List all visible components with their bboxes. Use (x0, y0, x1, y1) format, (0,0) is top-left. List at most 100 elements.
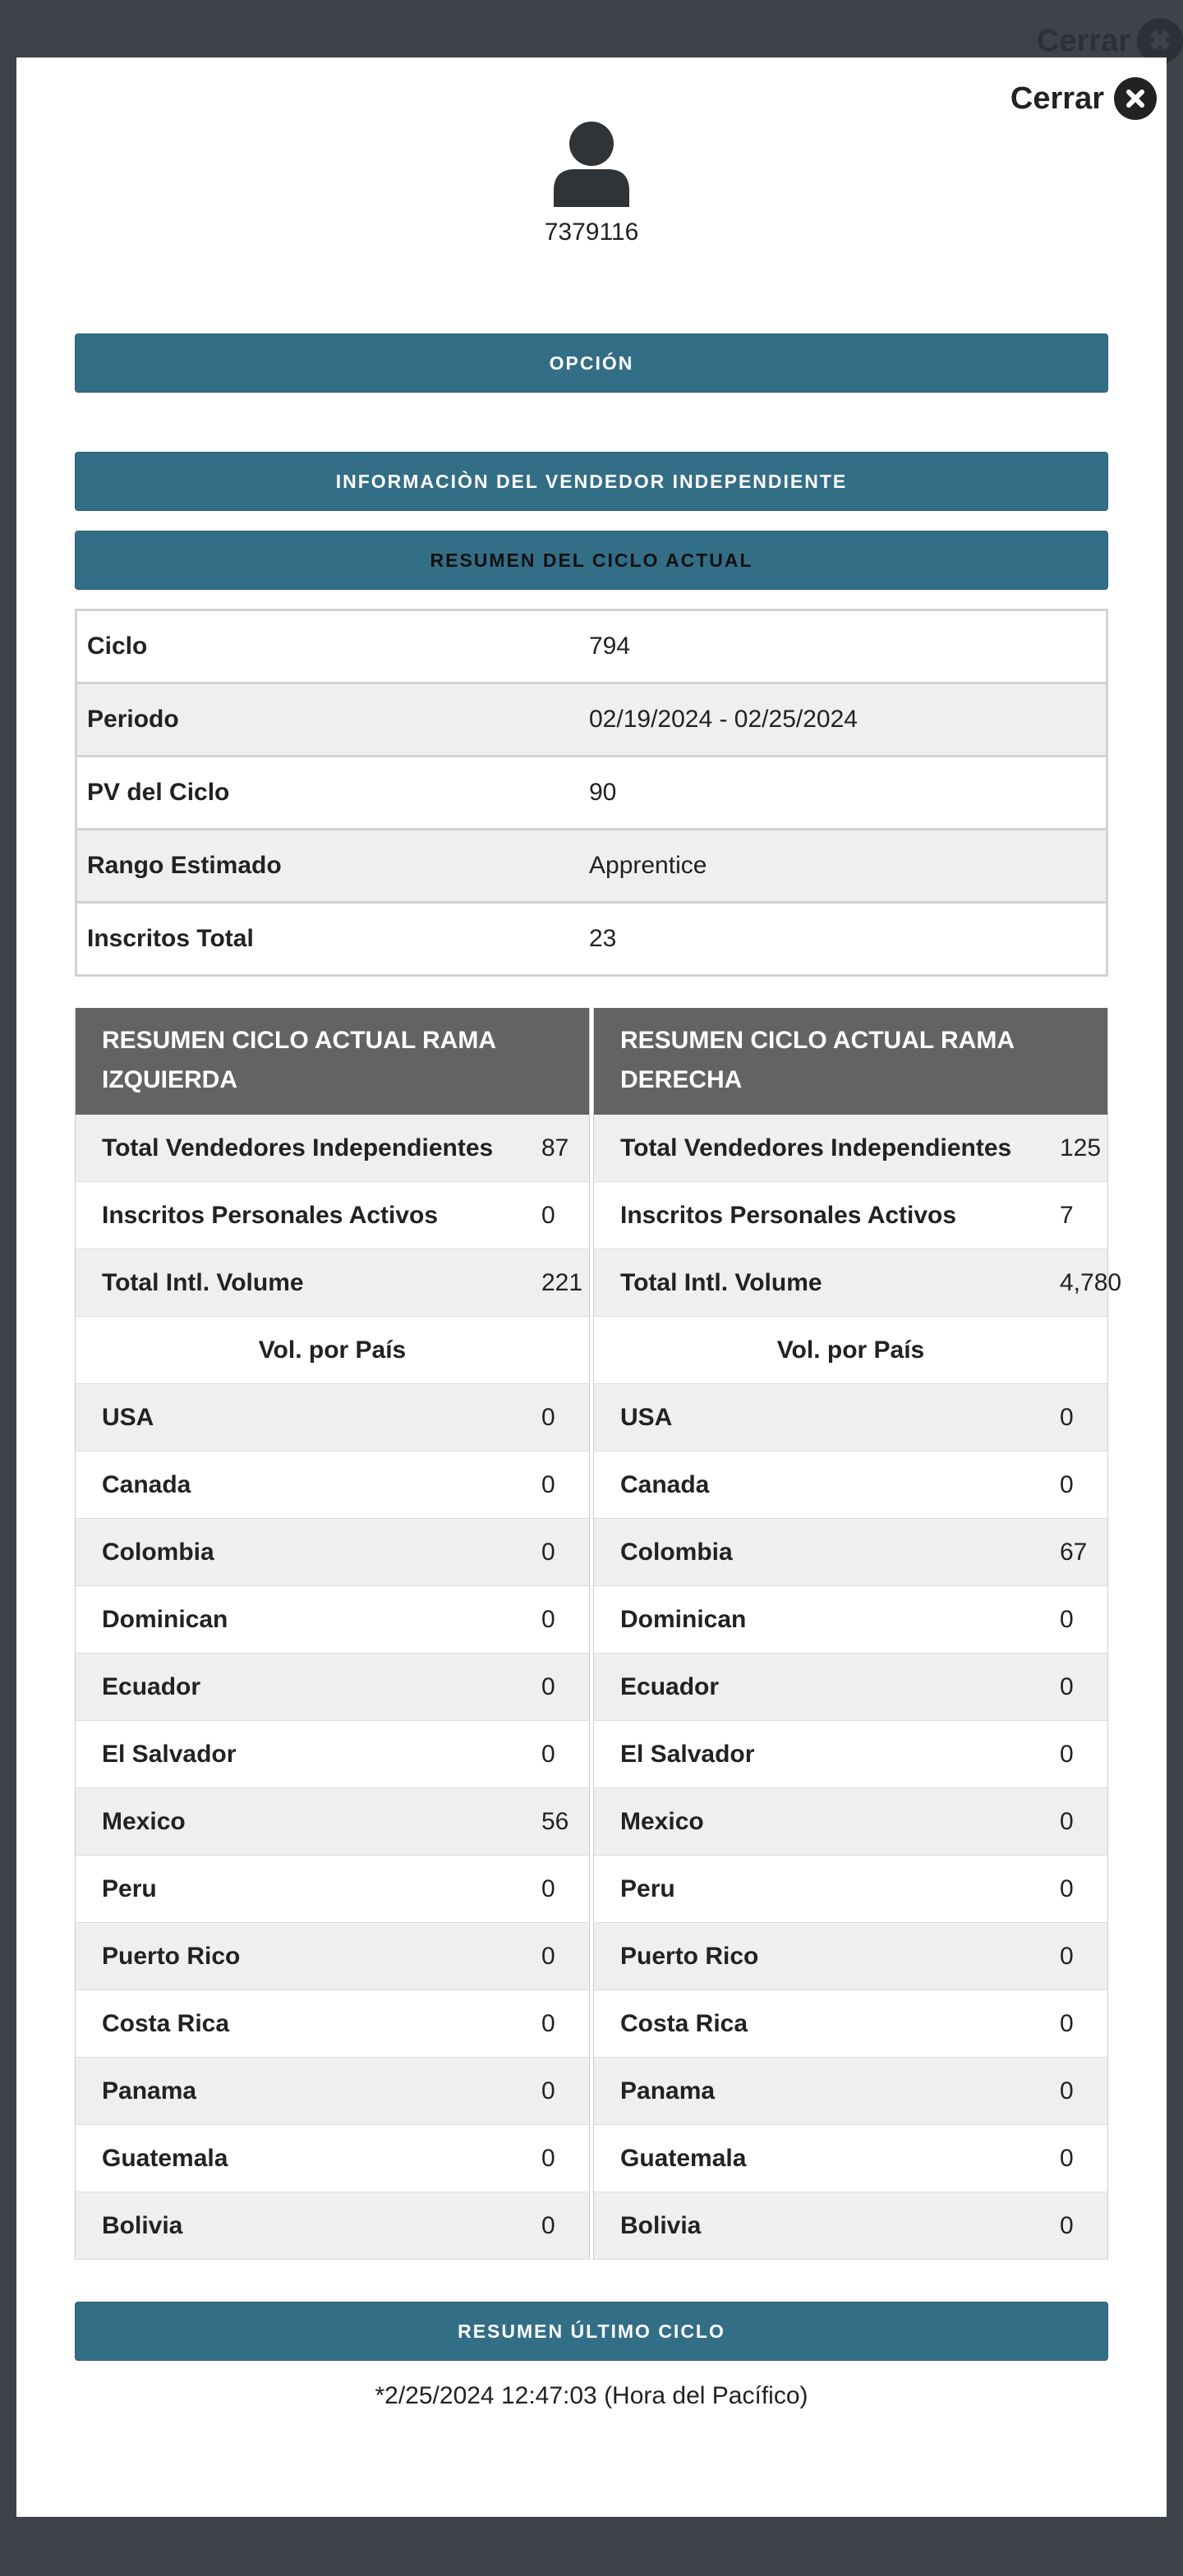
row-label: Colombia (102, 1538, 214, 1566)
row-label: Total Intl. Volume (620, 1268, 822, 1296)
country-row: Mexico 0 (594, 1788, 1107, 1856)
right-branch-table: RESUMEN CICLO ACTUAL RAMA DERECHA Total V… (593, 1008, 1121, 2260)
summary-key: Rango Estimado (87, 852, 282, 879)
row-label: Dominican (620, 1605, 747, 1633)
country-row: Colombia 67 (594, 1519, 1107, 1586)
user-avatar-icon (550, 122, 633, 207)
last-cycle-summary-button[interactable]: RESUMEN ÚLTIMO CICLO (75, 2302, 1108, 2361)
total-volume-row: Total Intl. Volume 221 (76, 1249, 589, 1317)
row-value: 0 (1060, 2144, 1074, 2172)
row-value: 0 (541, 2077, 555, 2104)
row-value: 0 (1060, 1874, 1074, 1902)
summary-row-enrolled: Inscritos Total 23 (77, 904, 1106, 974)
country-row: Guatemala 0 (594, 2125, 1107, 2192)
row-label: El Salvador (620, 1740, 755, 1768)
background-close-label: Cerrar (1036, 23, 1130, 58)
row-value: 0 (1060, 1942, 1074, 1970)
country-row: Canada 0 (594, 1451, 1107, 1519)
user-id: 7379116 (544, 218, 639, 246)
summary-value: 794 (589, 632, 631, 660)
row-label: Panama (102, 2077, 197, 2104)
modal-dialog: Cerrar 7379116 OPCIÓN INFORMACIÒN DEL VE… (16, 58, 1167, 2517)
row-value: 0 (541, 1470, 555, 1498)
row-label: Peru (620, 1874, 675, 1902)
independent-seller-info-button[interactable]: INFORMACIÒN DEL VENDEDOR INDEPENDIENTE (75, 452, 1108, 511)
country-row: Bolivia 0 (594, 2192, 1107, 2260)
summary-value: 02/19/2024 - 02/25/2024 (589, 706, 858, 733)
volume-by-country-heading: Vol. por País (594, 1317, 1107, 1384)
country-row: Peru 0 (76, 1856, 589, 1923)
row-label: Ecuador (102, 1672, 201, 1700)
summary-row-pv: PV del Ciclo 90 (77, 757, 1106, 830)
country-row: Costa Rica 0 (76, 1990, 589, 2058)
close-button[interactable]: Cerrar (1010, 77, 1157, 120)
row-label: Canada (102, 1470, 191, 1498)
left-branch-table: RESUMEN CICLO ACTUAL RAMA IZQUIERDA Total… (75, 1008, 590, 2260)
row-label: Total Vendedores Independientes (102, 1134, 494, 1162)
option-button[interactable]: OPCIÓN (75, 334, 1108, 393)
row-label: Dominican (102, 1605, 228, 1633)
summary-key: Periodo (87, 706, 179, 733)
active-enrolled-row: Inscritos Personales Activos 0 (76, 1182, 589, 1249)
country-row: Colombia 0 (76, 1519, 589, 1586)
row-value: 0 (541, 1201, 555, 1229)
row-value: 0 (1060, 1403, 1074, 1431)
row-value: 125 (1060, 1134, 1102, 1162)
summary-key: Inscritos Total (87, 925, 254, 952)
row-value: 0 (1060, 1807, 1074, 1835)
row-value: 0 (1060, 2009, 1074, 2037)
summary-row-rank: Rango Estimado Apprentice (77, 830, 1106, 904)
row-label: Total Intl. Volume (102, 1268, 304, 1296)
total-volume-row: Total Intl. Volume 4,780 (594, 1249, 1121, 1317)
country-row: El Salvador 0 (76, 1721, 589, 1788)
row-label: Inscritos Personales Activos (102, 1201, 439, 1229)
country-row: Ecuador 0 (594, 1654, 1107, 1721)
row-value: 0 (1060, 1605, 1074, 1633)
summary-key: PV del Ciclo (87, 779, 230, 806)
total-sellers-row: Total Vendedores Independientes 87 (76, 1115, 589, 1182)
row-value: 0 (541, 1942, 555, 1970)
country-row: El Salvador 0 (594, 1721, 1107, 1788)
row-label: Panama (620, 2077, 716, 2104)
row-value: 0 (541, 1874, 555, 1902)
country-row: Ecuador 0 (76, 1654, 589, 1721)
country-row: Peru 0 (594, 1856, 1107, 1923)
country-row: Dominican 0 (594, 1586, 1107, 1654)
row-value: 221 (541, 1268, 583, 1296)
row-label: El Salvador (102, 1740, 237, 1768)
row-label: Canada (620, 1470, 710, 1498)
current-cycle-summary-button[interactable]: RESUMEN DEL CICLO ACTUAL (75, 531, 1108, 590)
country-row: Bolivia 0 (76, 2192, 589, 2260)
row-label: Puerto Rico (102, 1942, 241, 1970)
row-value: 0 (541, 1605, 555, 1633)
row-value: 0 (541, 2211, 555, 2239)
row-value: 56 (541, 1807, 569, 1835)
row-value: 0 (541, 1740, 555, 1768)
total-sellers-row: Total Vendedores Independientes 125 (594, 1115, 1107, 1182)
summary-row-period: Periodo 02/19/2024 - 02/25/2024 (77, 684, 1106, 757)
row-label: Guatemala (620, 2144, 747, 2172)
row-value: 7 (1060, 1201, 1074, 1229)
summary-value: 90 (589, 779, 617, 806)
country-row: USA 0 (594, 1384, 1107, 1451)
row-label: Guatemala (102, 2144, 228, 2172)
row-value: 67 (1060, 1538, 1088, 1566)
row-label: Mexico (620, 1807, 704, 1835)
row-label: Inscritos Personales Activos (620, 1201, 957, 1229)
country-row: Panama 0 (594, 2058, 1107, 2125)
summary-row-cycle: Ciclo 794 (77, 611, 1106, 684)
country-row: Mexico 56 (76, 1788, 589, 1856)
row-value: 0 (541, 2009, 555, 2037)
row-value: 87 (541, 1134, 569, 1162)
country-row: Dominican 0 (76, 1586, 589, 1654)
cycle-summary-table: Ciclo 794 Periodo 02/19/2024 - 02/25/202… (75, 609, 1108, 977)
row-value: 0 (1060, 1740, 1074, 1768)
row-label: USA (102, 1403, 154, 1431)
row-value: 0 (541, 1672, 555, 1700)
row-label: Bolivia (620, 2211, 702, 2239)
summary-key: Ciclo (87, 632, 148, 660)
branch-title: RESUMEN CICLO ACTUAL RAMA DERECHA (594, 1008, 1107, 1115)
close-icon[interactable] (1114, 77, 1157, 120)
branch-tables: RESUMEN CICLO ACTUAL RAMA IZQUIERDA Total… (75, 1008, 1121, 2260)
timestamp: *2/25/2024 12:47:03 (Hora del Pacífico) (375, 2382, 808, 2409)
